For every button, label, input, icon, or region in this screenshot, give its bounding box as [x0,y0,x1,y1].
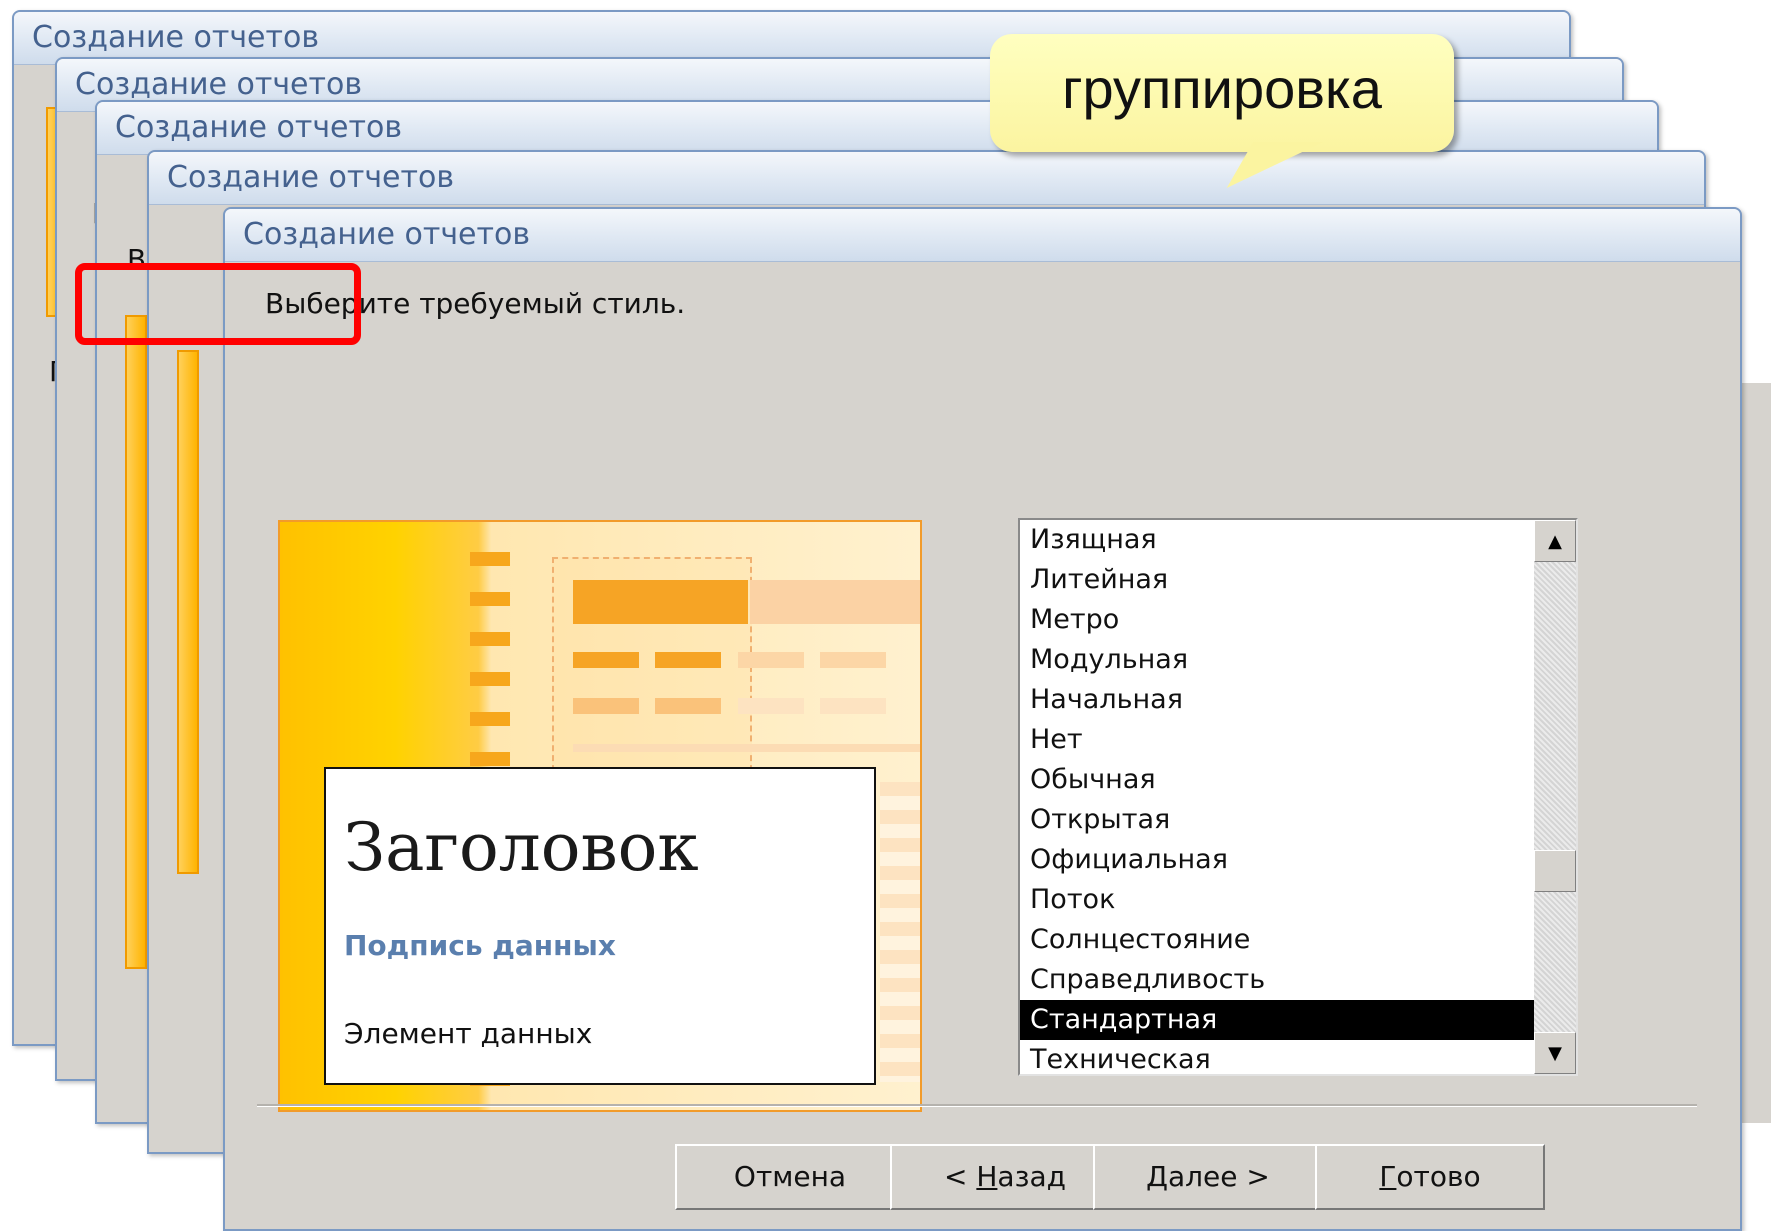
window-edge [1738,383,1771,1123]
style-preview: Заголовок Подпись данных Элемент данных [278,520,922,1112]
list-item[interactable]: Обычная [1020,760,1534,800]
list-item[interactable]: Открытая [1020,800,1534,840]
window-title: Создание отчетов [225,209,1740,262]
preview-row [880,782,920,1082]
list-scrollbar[interactable]: ▲ ▼ [1534,520,1576,1074]
preview-subtitle: Подпись данных [344,929,616,962]
preview-row [573,744,920,752]
list-item[interactable]: Официальная [1020,840,1534,880]
list-item[interactable]: Изящная [1020,520,1534,560]
list-item[interactable]: Техническая [1020,1040,1534,1074]
next-button-hotkey: Д [1146,1160,1168,1193]
callout-bubble: группировка [990,34,1454,188]
back-button[interactable]: < Назад [890,1144,1120,1210]
scroll-down-icon[interactable]: ▼ [1534,1032,1576,1074]
list-item[interactable]: Нет [1020,720,1534,760]
preview-strip [125,315,147,969]
back-button-label: азад [997,1160,1066,1193]
preview-cell [655,698,721,714]
preview-header-bar [750,580,920,624]
preview-cell [738,652,804,668]
window-title: Создание отчетов [149,152,1704,205]
finish-button[interactable]: Готово [1315,1144,1545,1210]
preview-card: Заголовок Подпись данных Элемент данных [324,767,876,1085]
next-button[interactable]: Далее > [1093,1144,1323,1210]
preview-cell [738,698,804,714]
list-item[interactable]: Солнцестояние [1020,920,1534,960]
next-button-label: алее > [1168,1160,1270,1193]
highlight-box [75,263,361,345]
preview-cell [573,698,639,714]
list-item[interactable]: Метро [1020,600,1534,640]
preview-title: Заголовок [344,809,699,886]
divider [257,1104,1697,1107]
finish-button-label: отово [1396,1160,1481,1193]
cancel-button[interactable]: Отмена [675,1144,905,1210]
style-listbox[interactable]: Изящная Литейная Метро Модульная Начальн… [1018,518,1578,1076]
finish-button-hotkey: Г [1379,1160,1397,1193]
preview-cell [655,652,721,668]
report-wizard-dialog: Создание отчетов Выберите требуемый стил… [223,207,1742,1231]
preview-header-bar [573,580,748,624]
list-item[interactable]: Начальная [1020,680,1534,720]
list-item[interactable]: Справедливость [1020,960,1534,1000]
style-list: Изящная Литейная Метро Модульная Начальн… [1020,520,1534,1074]
preview-cell [820,698,886,714]
preview-cell [820,652,886,668]
preview-strip [177,350,199,874]
back-button-hotkey: Н [976,1160,998,1193]
back-button-prefix: < [943,1160,977,1193]
list-item[interactable]: Поток [1020,880,1534,920]
list-item[interactable]: Модульная [1020,640,1534,680]
list-item[interactable]: Литейная [1020,560,1534,600]
callout-text: группировка [1062,57,1382,120]
scroll-thumb[interactable] [1534,850,1576,892]
list-item-selected[interactable]: Стандартная [1020,1000,1534,1040]
preview-item: Элемент данных [344,1017,593,1050]
scroll-up-icon[interactable]: ▲ [1534,520,1576,562]
preview-cell [573,652,639,668]
